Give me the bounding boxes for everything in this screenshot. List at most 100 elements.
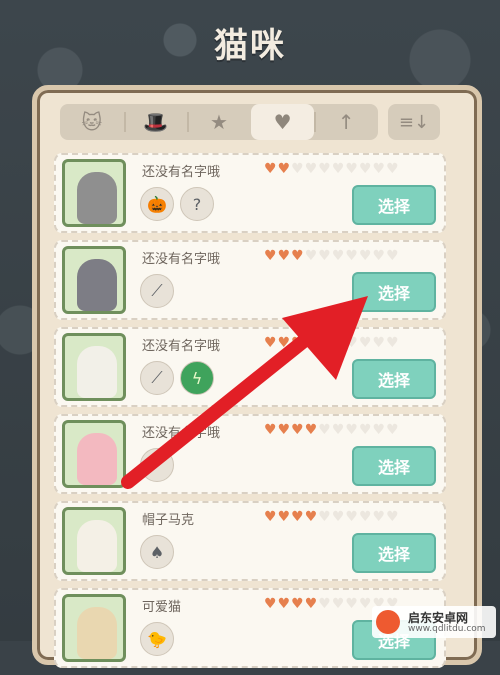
cat-avatar xyxy=(62,420,126,488)
cat-items: 🎃? xyxy=(140,187,214,221)
watermark-url: www.qdlitdu.com xyxy=(408,624,486,634)
heart-icon: ♥ xyxy=(386,422,400,438)
heart-icon: ♥ xyxy=(304,335,319,351)
affection-hearts: ♥♥♥♥♥♥♥♥♥♥ xyxy=(264,509,400,525)
tab-star[interactable]: ★ xyxy=(187,104,251,140)
heart-icon: ♥ xyxy=(291,161,305,177)
fish-bone-icon: ⟋ xyxy=(140,274,174,308)
heart-icon: ♥ xyxy=(291,509,305,525)
cat-avatar xyxy=(62,333,126,401)
select-button[interactable]: 选择 xyxy=(352,359,436,399)
cat-row: 还没有名字哦 ♥♥♥♥♥♥♥♥♥♥ ⟋ 选择 xyxy=(54,414,446,494)
heart-icon: ♥ xyxy=(358,335,373,351)
filter-tabs: 🐱 🎩 ★ ♥ ↑ xyxy=(60,104,378,140)
cat-row: 帽子马克 ♥♥♥♥♥♥♥♥♥♥ ♠ 选择 xyxy=(54,501,446,581)
cat-items: ♠ xyxy=(140,535,174,569)
heart-icon: ♥ xyxy=(291,335,305,351)
chef-hat-icon: 🎩 xyxy=(142,110,168,134)
heart-icon: ♥ xyxy=(372,248,387,264)
tab-cat[interactable]: 🐱 xyxy=(60,104,124,140)
select-button[interactable]: 选择 xyxy=(352,272,436,312)
heart-icon: ♥ xyxy=(345,248,359,264)
heart-icon: ♥ xyxy=(345,335,359,351)
watermark: 启东安卓网 www.qdlitdu.com xyxy=(372,606,496,638)
heart-icon: ♥ xyxy=(264,248,278,264)
cat-items: ⟋ xyxy=(140,274,174,308)
heart-icon: ♥ xyxy=(386,248,400,264)
cat-avatar xyxy=(62,246,126,314)
heart-icon: ♥ xyxy=(358,596,373,612)
select-button[interactable]: 选择 xyxy=(352,533,436,573)
cat-name: 还没有名字哦 xyxy=(142,252,221,267)
cat-items: ⟋ xyxy=(140,448,174,482)
heart-icon: ♥ xyxy=(331,422,346,438)
cat-name: 还没有名字哦 xyxy=(142,339,221,354)
sort-button[interactable]: ≡↓ xyxy=(388,104,440,140)
fish-bone-icon: ⟋ xyxy=(140,361,174,395)
cat-items: 🐤 xyxy=(140,622,174,656)
heart-icon: ♥ xyxy=(291,596,305,612)
affection-hearts: ♥♥♥♥♥♥♥♥♥♥ xyxy=(264,335,400,351)
heart-icon: ♥ xyxy=(264,335,278,351)
affection-hearts: ♥♥♥♥♥♥♥♥♥♥ xyxy=(264,161,400,177)
heart-icon: ♥ xyxy=(345,596,359,612)
heart-icon: ♥ xyxy=(277,509,292,525)
heart-icon: ♥ xyxy=(291,422,305,438)
sort-icon: ≡↓ xyxy=(398,111,430,133)
heart-icon: ♥ xyxy=(386,335,400,351)
cat-name: 还没有名字哦 xyxy=(142,426,221,441)
heart-icon: ♥ xyxy=(304,161,319,177)
heart-icon: ♥ xyxy=(318,335,332,351)
pumpkin-icon: 🎃 xyxy=(140,187,174,221)
cat-avatar xyxy=(62,159,126,227)
heart-icon: ♥ xyxy=(358,509,373,525)
cat-icon: 🐱 xyxy=(81,110,103,134)
cat-portrait-icon xyxy=(77,346,117,398)
select-button[interactable]: 选择 xyxy=(352,185,436,225)
heart-icon: ♥ xyxy=(277,248,292,264)
heart-icon: ♥ xyxy=(318,161,332,177)
heart-icon: ♥ xyxy=(318,509,332,525)
cat-portrait-icon xyxy=(77,433,117,485)
heart-icon: ♥ xyxy=(358,248,373,264)
heart-icon: ♥ xyxy=(386,509,400,525)
fish-bone-icon: ⟋ xyxy=(140,448,174,482)
cat-name: 帽子马克 xyxy=(142,513,195,528)
tab-up[interactable]: ↑ xyxy=(314,104,378,140)
heart-icon: ♥ xyxy=(304,422,319,438)
heart-icon: ♥ xyxy=(345,509,359,525)
cat-avatar xyxy=(62,594,126,662)
heart-icon: ♥ xyxy=(277,596,292,612)
lightning-icon: ϟ xyxy=(180,361,214,395)
heart-icon: ♥ xyxy=(331,248,346,264)
heart-icon: ♥ xyxy=(277,422,292,438)
heart-icon: ♥ xyxy=(345,161,359,177)
cat-items: ⟋ ϟ xyxy=(140,361,214,395)
heart-icon: ♥ xyxy=(304,509,319,525)
cat-portrait-icon xyxy=(77,172,117,224)
cat-name: 还没有名字哦 xyxy=(142,165,221,180)
heart-icon: ♥ xyxy=(358,422,373,438)
select-button[interactable]: 选择 xyxy=(352,446,436,486)
heart-icon: ♥ xyxy=(331,596,346,612)
heart-icon: ♥ xyxy=(372,509,387,525)
heart-icon: ♥ xyxy=(318,248,332,264)
heart-icon: ♥ xyxy=(273,110,292,134)
heart-icon: ♥ xyxy=(304,248,319,264)
up-arrow-icon: ↑ xyxy=(337,110,355,134)
cat-name: 可爱猫 xyxy=(142,600,182,615)
cat-portrait-icon xyxy=(77,607,117,659)
cat-avatar xyxy=(62,507,126,575)
heart-icon: ♥ xyxy=(264,161,278,177)
tab-chef[interactable]: 🎩 xyxy=(123,104,188,140)
heart-icon: ♥ xyxy=(372,335,387,351)
heart-icon: ♥ xyxy=(264,422,278,438)
heart-icon: ♥ xyxy=(358,161,373,177)
heart-icon: ♥ xyxy=(304,596,319,612)
heart-icon: ♥ xyxy=(277,161,292,177)
heart-icon: ♥ xyxy=(386,161,400,177)
tab-heart[interactable]: ♥ xyxy=(250,104,315,140)
cat-list: 还没有名字哦 ♥♥♥♥♥♥♥♥♥♥ 🎃? 选择 还没有名字哦 ♥♥♥♥♥♥♥♥♥♥ ⟋ 选择还… xyxy=(54,153,446,675)
watermark-logo-icon xyxy=(376,610,400,634)
heart-icon: ♥ xyxy=(277,335,292,351)
